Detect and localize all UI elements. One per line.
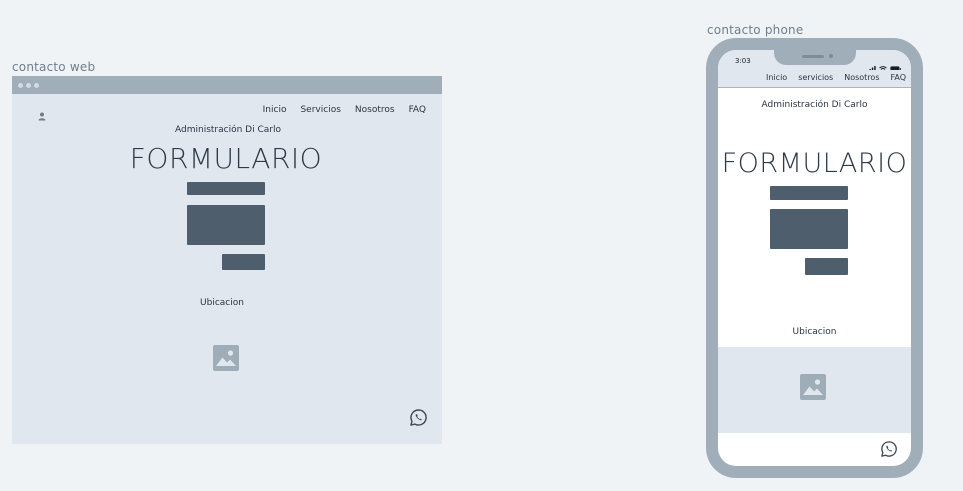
form-submit-button[interactable] bbox=[805, 258, 848, 275]
nav-nosotros[interactable]: Nosotros bbox=[355, 105, 395, 115]
web-nav: Inicio Servicios Nosotros FAQ bbox=[263, 105, 426, 115]
status-time: 3:03 bbox=[735, 57, 751, 65]
form-input-field[interactable] bbox=[770, 186, 848, 200]
browser-titlebar bbox=[12, 76, 442, 94]
form-submit-button[interactable] bbox=[222, 254, 265, 270]
form-input-field[interactable] bbox=[187, 182, 265, 195]
phone-nav: Inicio servicios Nosotros FAQ bbox=[766, 73, 906, 82]
map-placeholder bbox=[718, 347, 911, 433]
form-title: FORMULARIO bbox=[129, 142, 323, 175]
company-subtitle: Administración Di Carlo bbox=[175, 125, 281, 135]
window-controls bbox=[18, 83, 39, 88]
nav-faq[interactable]: FAQ bbox=[409, 105, 426, 115]
image-icon bbox=[800, 374, 826, 404]
phone-frame: 3:03 Inicio servicios Nosotros FAQ Admin… bbox=[706, 38, 923, 478]
user-icon[interactable] bbox=[38, 106, 46, 125]
form-textarea[interactable] bbox=[770, 209, 848, 249]
whatsapp-icon[interactable] bbox=[880, 440, 898, 462]
location-label: Ubicacion bbox=[200, 298, 244, 308]
phone-navbar: Inicio servicios Nosotros FAQ bbox=[718, 70, 911, 88]
form-title: FORMULARIO bbox=[721, 148, 908, 179]
image-icon bbox=[213, 345, 239, 375]
nav-servicios[interactable]: servicios bbox=[798, 73, 833, 82]
nav-inicio[interactable]: Inicio bbox=[263, 105, 287, 115]
nav-inicio[interactable]: Inicio bbox=[766, 73, 787, 82]
form-textarea[interactable] bbox=[187, 205, 265, 245]
nav-nosotros[interactable]: Nosotros bbox=[844, 73, 879, 82]
phone-notch bbox=[774, 50, 856, 65]
phone-screen: 3:03 Inicio servicios Nosotros FAQ Admin… bbox=[718, 50, 911, 466]
company-subtitle: Administración Di Carlo bbox=[761, 100, 868, 110]
web-frame: Inicio Servicios Nosotros FAQ Administra… bbox=[12, 76, 442, 444]
location-label: Ubicacion bbox=[792, 327, 837, 337]
web-frame-label: contacto web bbox=[12, 60, 96, 74]
nav-servicios[interactable]: Servicios bbox=[300, 105, 340, 115]
phone-frame-label: contacto phone bbox=[707, 23, 804, 37]
whatsapp-icon[interactable] bbox=[409, 408, 428, 431]
nav-faq[interactable]: FAQ bbox=[891, 73, 907, 82]
